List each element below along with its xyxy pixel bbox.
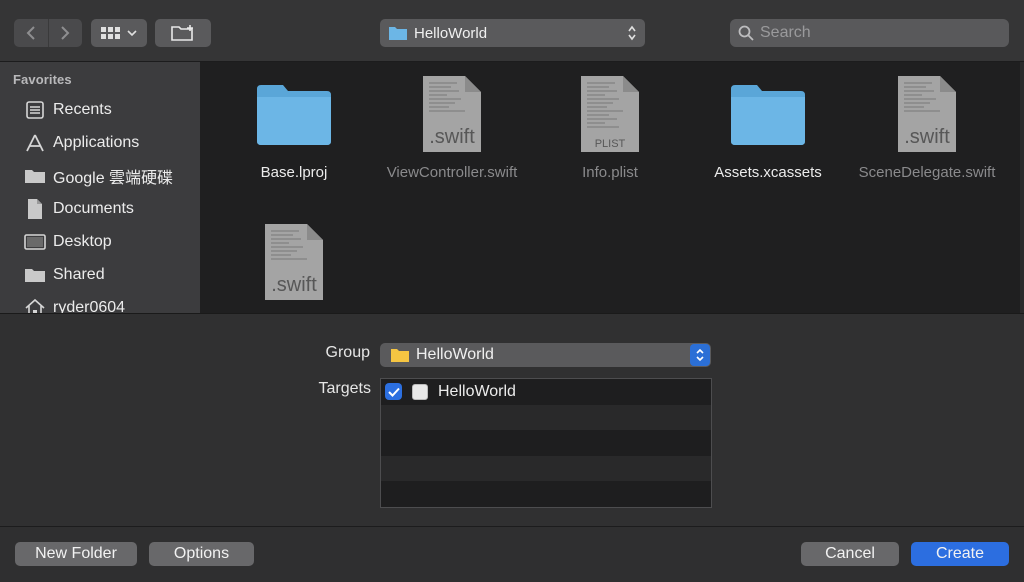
empty-row xyxy=(381,430,711,456)
swift-file-icon: .swift xyxy=(412,74,492,154)
file-item: .swift xyxy=(224,222,364,311)
create-button[interactable]: Create xyxy=(911,542,1009,566)
group-label: Group xyxy=(325,344,370,361)
file-name: SceneDelegate.swift xyxy=(858,164,996,181)
group-popup[interactable]: HelloWorld xyxy=(380,343,711,367)
sidebar-item-desktop[interactable]: Desktop xyxy=(0,225,200,258)
targets-list: HelloWorld xyxy=(380,378,712,508)
sidebar-item-documents[interactable]: Documents xyxy=(0,192,200,225)
target-checkbox[interactable] xyxy=(385,383,402,401)
folder-add-icon xyxy=(171,25,193,41)
clock-list-icon xyxy=(23,98,47,122)
sidebar-item-recents[interactable]: Recents xyxy=(0,93,200,126)
target-row[interactable]: HelloWorld xyxy=(381,379,711,405)
swift-file-icon: .swift xyxy=(887,74,967,154)
sidebar-item-label: ryder0604 xyxy=(53,298,126,314)
document-icon xyxy=(23,197,47,221)
file-name: Info.plist xyxy=(582,164,638,181)
bottom-bar: New Folder Options Cancel Create xyxy=(0,526,1024,582)
folder-icon xyxy=(391,349,409,362)
sidebar-item-applications[interactable]: Applications xyxy=(0,126,200,159)
forward-button[interactable] xyxy=(47,19,82,47)
sidebar-item-shared[interactable]: Shared xyxy=(0,258,200,291)
file-item: .swift SceneDelegate.swift xyxy=(857,74,997,183)
file-item[interactable]: Assets.xcassets xyxy=(698,74,838,183)
app-target-icon xyxy=(412,383,428,400)
file-name: Base.lproj xyxy=(260,164,328,181)
view-options-button[interactable] xyxy=(91,19,147,47)
scrollbar-track[interactable] xyxy=(1020,62,1024,313)
popup-arrows-icon xyxy=(690,344,710,366)
search-input[interactable] xyxy=(760,24,1000,42)
file-name: ViewController.swift xyxy=(386,164,518,181)
applications-icon xyxy=(23,131,47,155)
options-panel: Group HelloWorld Targets HelloWorld xyxy=(0,313,1024,526)
chevron-right-icon xyxy=(61,26,70,40)
file-item: PLIST Info.plist xyxy=(540,74,680,183)
sidebar-item-label: Desktop xyxy=(53,232,112,250)
folder-icon xyxy=(254,74,334,154)
location-label: HelloWorld xyxy=(414,24,488,42)
sidebar-item-home[interactable]: ryder0604 xyxy=(0,291,200,313)
file-name: Assets.xcassets xyxy=(714,164,822,181)
chevron-left-icon xyxy=(26,26,35,40)
sidebar-item-label: Shared xyxy=(53,265,105,283)
checkmark-icon xyxy=(387,387,400,397)
search-icon xyxy=(738,25,754,41)
new-folder-toolbar-button[interactable] xyxy=(155,19,211,47)
up-down-arrows-icon xyxy=(628,25,636,41)
svg-text:PLIST: PLIST xyxy=(595,138,626,150)
search-field[interactable] xyxy=(730,19,1009,47)
new-folder-button[interactable]: New Folder xyxy=(15,542,137,566)
sidebar: Favorites Recents Applications Google 雲端… xyxy=(0,62,200,313)
drive-folder-icon xyxy=(23,164,47,188)
sidebar-item-label: Documents xyxy=(53,199,134,217)
home-icon xyxy=(23,296,47,313)
plist-file-icon: PLIST xyxy=(570,74,650,154)
empty-row xyxy=(381,455,711,482)
folder-icon xyxy=(728,74,808,154)
location-popup[interactable]: HelloWorld xyxy=(380,19,645,47)
group-value: HelloWorld xyxy=(416,346,494,363)
empty-row xyxy=(381,404,711,431)
folder-icon xyxy=(389,27,407,40)
file-item: .swift ViewController.swift xyxy=(382,74,522,183)
sidebar-item-label: Recents xyxy=(53,100,112,118)
back-button[interactable] xyxy=(14,19,48,47)
sidebar-heading: Favorites xyxy=(13,72,72,87)
targets-label: Targets xyxy=(318,380,371,397)
cancel-button[interactable]: Cancel xyxy=(801,542,899,566)
grid-view-icon xyxy=(101,27,120,39)
sidebar-item-label: Google 雲端硬碟 xyxy=(53,169,174,187)
file-browser: Base.lproj .swift ViewController.swift P… xyxy=(200,62,1024,313)
file-item[interactable]: Base.lproj xyxy=(224,74,364,183)
desktop-icon xyxy=(23,230,47,254)
empty-row xyxy=(381,481,711,507)
svg-text:.swift: .swift xyxy=(429,126,475,148)
sidebar-item-google-drive[interactable]: Google 雲端硬碟 xyxy=(0,159,200,192)
svg-text:.swift: .swift xyxy=(271,274,317,296)
toolbar: HelloWorld xyxy=(0,0,1024,62)
options-button[interactable]: Options xyxy=(149,542,254,566)
sidebar-item-label: Applications xyxy=(53,133,140,151)
navigation-buttons xyxy=(14,19,82,47)
swift-file-icon: .swift xyxy=(254,222,334,302)
shared-folder-icon xyxy=(23,263,47,287)
svg-text:.swift: .swift xyxy=(904,126,950,148)
target-name: HelloWorld xyxy=(438,382,516,400)
chevron-down-icon xyxy=(127,30,137,37)
